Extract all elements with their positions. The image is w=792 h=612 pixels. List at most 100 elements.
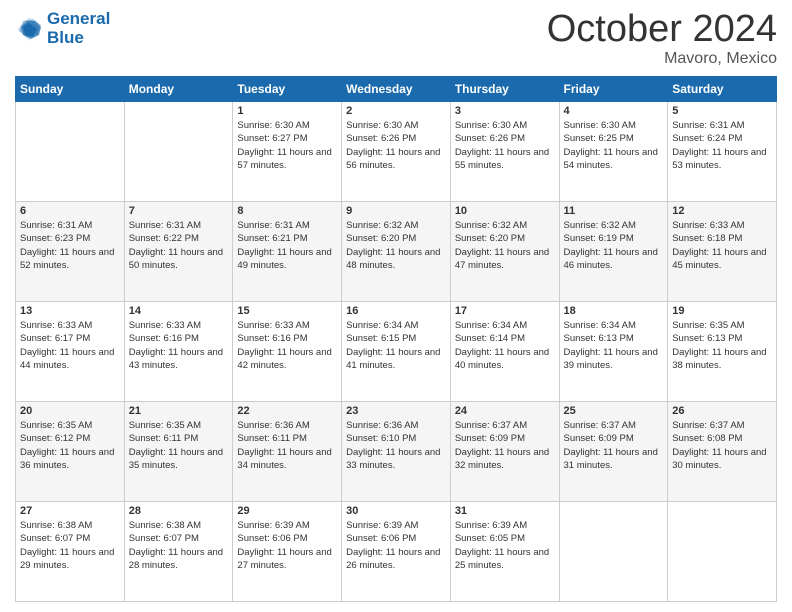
day-cell: [668, 502, 777, 602]
day-cell: 9 Sunrise: 6:32 AMSunset: 6:20 PMDaylight…: [342, 202, 451, 302]
day-number: 13: [20, 305, 120, 317]
day-number: 6: [20, 205, 120, 217]
weekday-header-saturday: Saturday: [668, 77, 777, 102]
day-number: 18: [564, 305, 664, 317]
day-number: 31: [455, 505, 555, 517]
day-cell: 7Sunrise: 6:31 AMSunset: 6:22 PMDaylight…: [124, 202, 233, 302]
location-subtitle: Mavoro, Mexico: [547, 50, 777, 68]
day-info: Sunrise: 6:32 AMSunset: 6:19 PMDaylight:…: [564, 219, 664, 272]
calendar-table: SundayMondayTuesdayWednesdayThursdayFrid…: [15, 76, 777, 602]
day-number: 8: [237, 205, 337, 217]
day-info: Sunrise: 6:36 AMSunset: 6:11 PMDaylight:…: [237, 419, 337, 472]
week-row-1: 1Sunrise: 6:30 AMSunset: 6:27 PMDaylight…: [16, 102, 777, 202]
day-info: Sunrise: 6:33 AMSunset: 6:17 PMDaylight:…: [20, 319, 120, 372]
day-cell: 18 Sunrise: 6:34 AMSunset: 6:13 PMDayligh…: [559, 302, 668, 402]
weekday-header-monday: Monday: [124, 77, 233, 102]
title-area: October 2024 Mavoro, Mexico: [547, 10, 777, 68]
day-cell: 21 Sunrise: 6:35 AMSunset: 6:11 PMDayligh…: [124, 402, 233, 502]
day-info: Sunrise: 6:30 AMSunset: 6:26 PMDaylight:…: [346, 119, 446, 172]
day-cell: 3 Sunrise: 6:30 AMSunset: 6:26 PMDaylight…: [450, 102, 559, 202]
logo-text: General Blue: [47, 10, 110, 47]
day-info: Sunrise: 6:31 AMSunset: 6:22 PMDaylight:…: [129, 219, 229, 272]
day-info: Sunrise: 6:35 AMSunset: 6:11 PMDaylight:…: [129, 419, 229, 472]
day-number: 25: [564, 405, 664, 417]
day-info: Sunrise: 6:38 AMSunset: 6:07 PMDaylight:…: [129, 519, 229, 572]
week-row-5: 27Sunrise: 6:38 AMSunset: 6:07 PMDayligh…: [16, 502, 777, 602]
day-cell: 2 Sunrise: 6:30 AMSunset: 6:26 PMDaylight…: [342, 102, 451, 202]
day-cell: [559, 502, 668, 602]
day-cell: 15 Sunrise: 6:33 AMSunset: 6:16 PMDayligh…: [233, 302, 342, 402]
day-number: 23: [346, 405, 446, 417]
day-cell: 16Sunrise: 6:34 AMSunset: 6:15 PMDayligh…: [342, 302, 451, 402]
day-number: 9: [346, 205, 446, 217]
day-info: Sunrise: 6:32 AMSunset: 6:20 PMDaylight:…: [455, 219, 555, 272]
day-info: Sunrise: 6:34 AMSunset: 6:13 PMDaylight:…: [564, 319, 664, 372]
day-number: 2: [346, 105, 446, 117]
day-number: 11: [564, 205, 664, 217]
day-cell: 17Sunrise: 6:34 AMSunset: 6:14 PMDayligh…: [450, 302, 559, 402]
day-cell: 14 Sunrise: 6:33 AMSunset: 6:16 PMDayligh…: [124, 302, 233, 402]
day-cell: 25Sunrise: 6:37 AMSunset: 6:09 PMDayligh…: [559, 402, 668, 502]
day-cell: 30 Sunrise: 6:39 AMSunset: 6:06 PMDayligh…: [342, 502, 451, 602]
day-info: Sunrise: 6:33 AMSunset: 6:18 PMDaylight:…: [672, 219, 772, 272]
day-cell: 26 Sunrise: 6:37 AMSunset: 6:08 PMDayligh…: [668, 402, 777, 502]
day-info: Sunrise: 6:33 AMSunset: 6:16 PMDaylight:…: [237, 319, 337, 372]
day-info: Sunrise: 6:33 AMSunset: 6:16 PMDaylight:…: [129, 319, 229, 372]
day-number: 21: [129, 405, 229, 417]
day-cell: 6 Sunrise: 6:31 AMSunset: 6:23 PMDaylight…: [16, 202, 125, 302]
day-number: 10: [455, 205, 555, 217]
day-cell: [16, 102, 125, 202]
day-number: 14: [129, 305, 229, 317]
day-cell: 19Sunrise: 6:35 AMSunset: 6:13 PMDayligh…: [668, 302, 777, 402]
day-info: Sunrise: 6:39 AMSunset: 6:06 PMDaylight:…: [346, 519, 446, 572]
day-cell: 4 Sunrise: 6:30 AMSunset: 6:25 PMDaylight…: [559, 102, 668, 202]
week-row-2: 6 Sunrise: 6:31 AMSunset: 6:23 PMDaylight…: [16, 202, 777, 302]
day-info: Sunrise: 6:37 AMSunset: 6:08 PMDaylight:…: [672, 419, 772, 472]
month-title: October 2024: [547, 10, 777, 48]
day-cell: 23 Sunrise: 6:36 AMSunset: 6:10 PMDayligh…: [342, 402, 451, 502]
day-info: Sunrise: 6:39 AMSunset: 6:06 PMDaylight:…: [237, 519, 337, 572]
day-number: 3: [455, 105, 555, 117]
day-number: 28: [129, 505, 229, 517]
day-cell: 12Sunrise: 6:33 AMSunset: 6:18 PMDayligh…: [668, 202, 777, 302]
day-number: 5: [672, 105, 772, 117]
day-cell: 27Sunrise: 6:38 AMSunset: 6:07 PMDayligh…: [16, 502, 125, 602]
day-info: Sunrise: 6:31 AMSunset: 6:24 PMDaylight:…: [672, 119, 772, 172]
day-number: 29: [237, 505, 337, 517]
day-info: Sunrise: 6:39 AMSunset: 6:05 PMDaylight:…: [455, 519, 555, 572]
header: General Blue October 2024 Mavoro, Mexico: [15, 10, 777, 68]
day-cell: 20Sunrise: 6:35 AMSunset: 6:12 PMDayligh…: [16, 402, 125, 502]
weekday-header-friday: Friday: [559, 77, 668, 102]
page: General Blue October 2024 Mavoro, Mexico…: [0, 0, 792, 612]
day-info: Sunrise: 6:31 AMSunset: 6:23 PMDaylight:…: [20, 219, 120, 272]
day-info: Sunrise: 6:38 AMSunset: 6:07 PMDaylight:…: [20, 519, 120, 572]
day-info: Sunrise: 6:35 AMSunset: 6:13 PMDaylight:…: [672, 319, 772, 372]
weekday-header-wednesday: Wednesday: [342, 77, 451, 102]
day-number: 1: [237, 105, 337, 117]
day-cell: 8 Sunrise: 6:31 AMSunset: 6:21 PMDaylight…: [233, 202, 342, 302]
day-info: Sunrise: 6:32 AMSunset: 6:20 PMDaylight:…: [346, 219, 446, 272]
day-info: Sunrise: 6:30 AMSunset: 6:26 PMDaylight:…: [455, 119, 555, 172]
day-cell: 31 Sunrise: 6:39 AMSunset: 6:05 PMDayligh…: [450, 502, 559, 602]
day-info: Sunrise: 6:34 AMSunset: 6:14 PMDaylight:…: [455, 319, 555, 372]
day-cell: 13 Sunrise: 6:33 AMSunset: 6:17 PMDayligh…: [16, 302, 125, 402]
day-number: 4: [564, 105, 664, 117]
logo: General Blue: [15, 10, 110, 47]
day-number: 20: [20, 405, 120, 417]
day-info: Sunrise: 6:31 AMSunset: 6:21 PMDaylight:…: [237, 219, 337, 272]
day-info: Sunrise: 6:30 AMSunset: 6:25 PMDaylight:…: [564, 119, 664, 172]
weekday-header-tuesday: Tuesday: [233, 77, 342, 102]
day-number: 30: [346, 505, 446, 517]
day-number: 15: [237, 305, 337, 317]
day-cell: [124, 102, 233, 202]
day-info: Sunrise: 6:34 AMSunset: 6:15 PMDaylight:…: [346, 319, 446, 372]
day-cell: 28 Sunrise: 6:38 AMSunset: 6:07 PMDayligh…: [124, 502, 233, 602]
day-cell: 24Sunrise: 6:37 AMSunset: 6:09 PMDayligh…: [450, 402, 559, 502]
day-cell: 29 Sunrise: 6:39 AMSunset: 6:06 PMDayligh…: [233, 502, 342, 602]
day-info: Sunrise: 6:36 AMSunset: 6:10 PMDaylight:…: [346, 419, 446, 472]
day-cell: 5 Sunrise: 6:31 AMSunset: 6:24 PMDaylight…: [668, 102, 777, 202]
day-number: 22: [237, 405, 337, 417]
day-number: 26: [672, 405, 772, 417]
day-cell: 11 Sunrise: 6:32 AMSunset: 6:19 PMDayligh…: [559, 202, 668, 302]
week-row-4: 20Sunrise: 6:35 AMSunset: 6:12 PMDayligh…: [16, 402, 777, 502]
